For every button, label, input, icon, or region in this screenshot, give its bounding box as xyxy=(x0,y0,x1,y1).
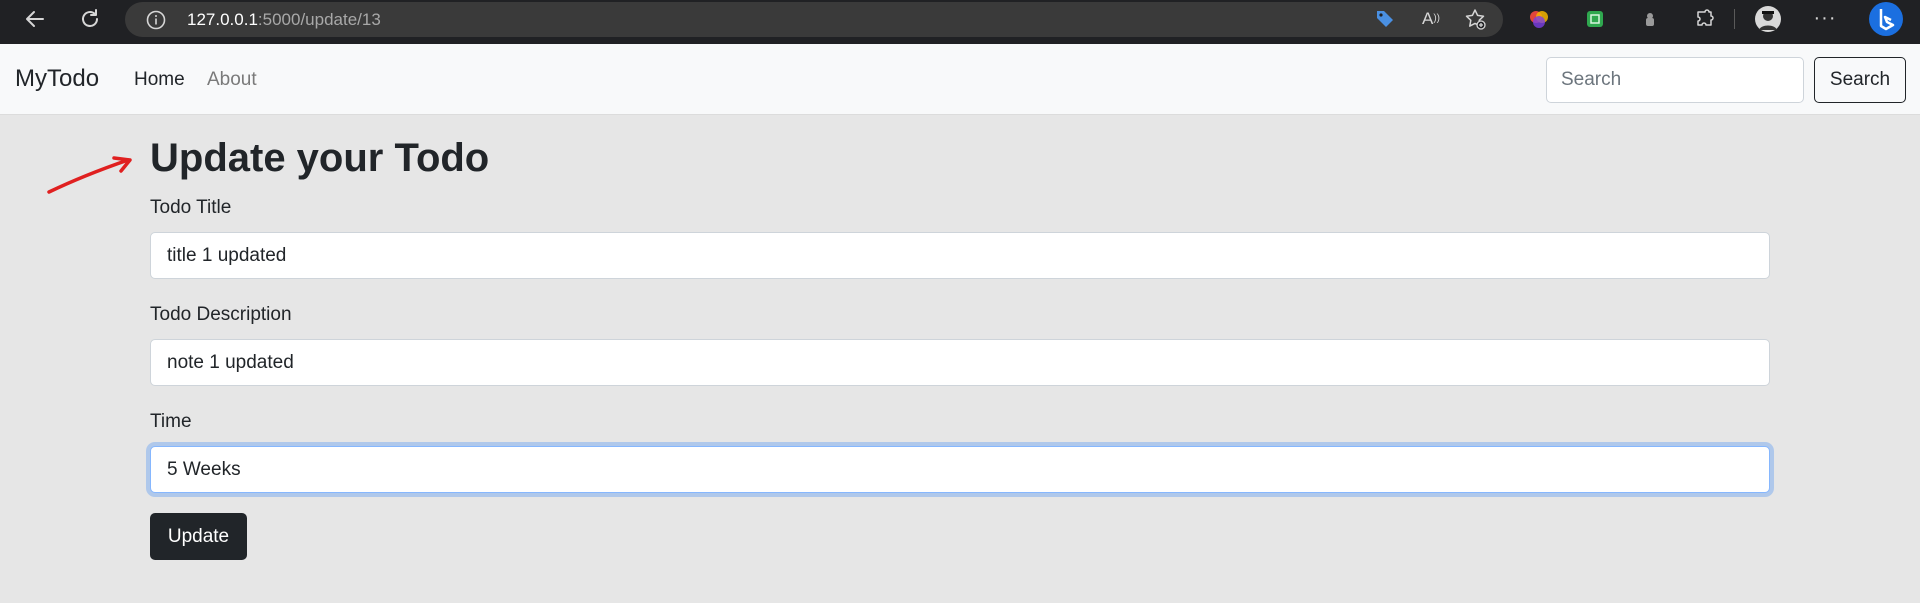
brand-logo[interactable]: MyTodo xyxy=(15,65,99,93)
read-aloud-icon[interactable]: A)) xyxy=(1416,0,1446,37)
profile-avatar[interactable] xyxy=(1753,0,1783,37)
time-label: Time xyxy=(150,411,192,432)
nav-link-home[interactable]: Home xyxy=(134,69,185,91)
todo-title-label: Todo Title xyxy=(150,197,232,218)
browser-toolbar: 127.0.0.1:5000/update/13 A)) ··· xyxy=(0,0,1920,44)
tag-icon[interactable] xyxy=(1371,0,1399,37)
puzzle-icon[interactable] xyxy=(1690,0,1720,37)
bing-icon[interactable] xyxy=(1866,0,1906,37)
info-icon[interactable] xyxy=(145,9,167,36)
search-input[interactable] xyxy=(1546,57,1804,103)
todo-description-label: Todo Description xyxy=(150,304,292,325)
favorites-icon[interactable] xyxy=(1460,0,1490,37)
toolbar-divider xyxy=(1734,9,1735,29)
update-button[interactable]: Update xyxy=(150,513,247,560)
nav-link-about[interactable]: About xyxy=(207,69,257,91)
address-bar[interactable]: 127.0.0.1:5000/update/13 xyxy=(125,2,1503,37)
annotation-arrow-icon xyxy=(47,156,132,194)
url-path: :5000/update/13 xyxy=(257,10,381,29)
time-field[interactable] xyxy=(150,446,1770,493)
search-button[interactable]: Search xyxy=(1814,57,1906,103)
todo-description-field[interactable] xyxy=(150,339,1770,386)
todo-title-field[interactable] xyxy=(150,232,1770,279)
page-title: Update your Todo xyxy=(150,136,490,180)
copilot-icon[interactable] xyxy=(1524,0,1554,37)
more-icon[interactable]: ··· xyxy=(1810,0,1840,37)
collections-icon[interactable] xyxy=(1580,0,1610,37)
navbar: MyTodo Home About Search xyxy=(0,44,1920,115)
refresh-icon[interactable] xyxy=(75,0,105,37)
url-text: 127.0.0.1:5000/update/13 xyxy=(187,10,381,30)
back-icon[interactable] xyxy=(20,0,50,37)
url-host: 127.0.0.1 xyxy=(187,10,258,29)
extension-icon[interactable] xyxy=(1635,0,1665,37)
